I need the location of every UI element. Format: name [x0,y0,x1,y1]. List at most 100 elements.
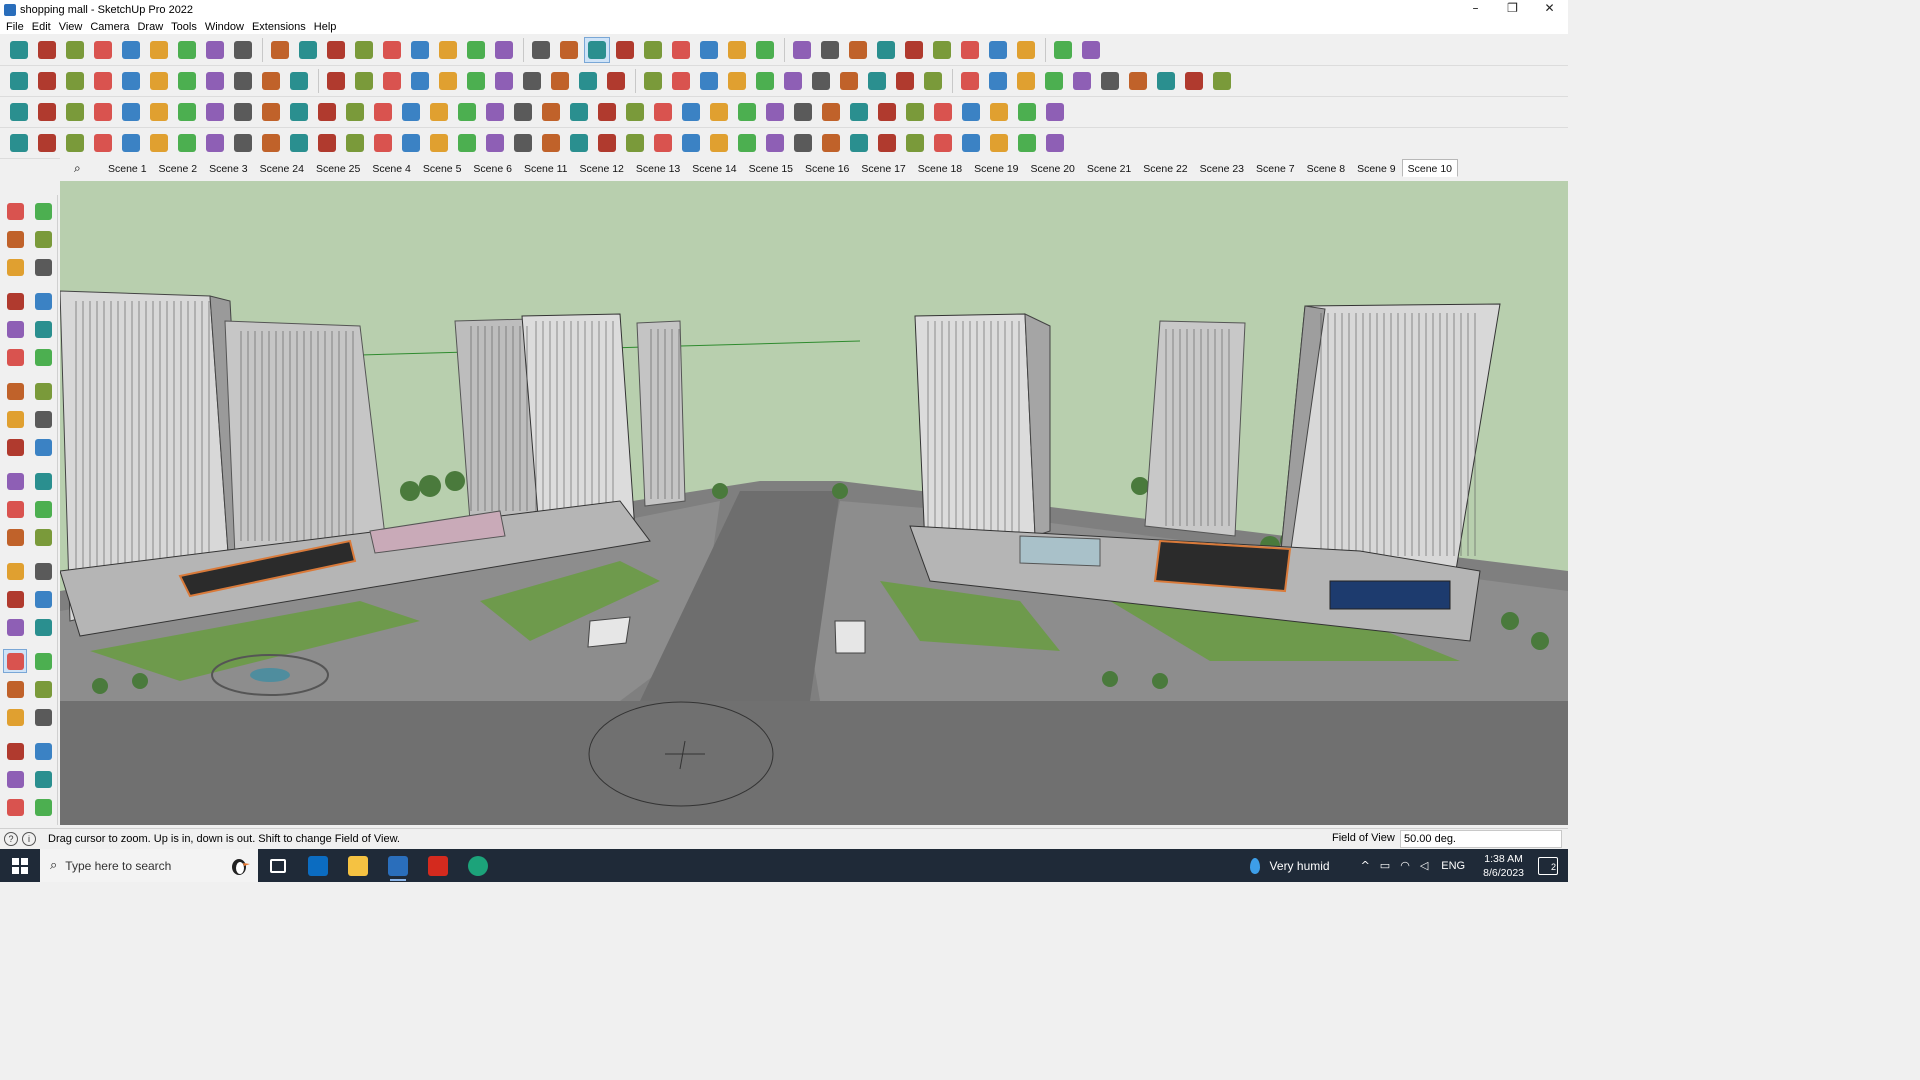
select-dropdown-icon[interactable] [62,37,88,63]
taskbar-acrobat[interactable] [418,849,458,882]
garage-icon[interactable] [547,68,573,94]
notification-center-icon[interactable]: 2 [1538,856,1558,875]
tray-display-icon[interactable]: ▭ [1380,859,1390,872]
rotate-3d-icon[interactable] [146,130,172,156]
info-icon[interactable]: i [22,832,36,846]
stairs-icon[interactable] [398,130,424,156]
bucket-icon[interactable] [650,99,676,125]
ramp-c-icon[interactable] [650,130,676,156]
menu-extensions[interactable]: Extensions [248,21,310,33]
spline-icon[interactable] [34,130,60,156]
house-outline-icon[interactable] [519,68,545,94]
orbit-icon[interactable] [528,37,554,63]
select-icon[interactable] [34,37,60,63]
stack-icon[interactable] [538,130,564,156]
tree-icon[interactable] [435,68,461,94]
bend-icon[interactable] [314,99,340,125]
polygon-icon[interactable] [864,68,890,94]
scale-icon[interactable] [3,497,27,521]
wood-icon[interactable] [258,99,284,125]
scene-tab[interactable]: Scene 21 [1081,159,1137,177]
shape-tool-red-icon[interactable] [1209,68,1235,94]
points-red-icon[interactable] [986,99,1012,125]
paint-bucket-icon[interactable] [3,227,27,251]
rectangle-icon[interactable] [3,317,27,341]
edit-node-icon[interactable] [6,130,32,156]
scene-tab[interactable]: Scene 19 [968,159,1024,177]
circle-icon[interactable] [724,68,750,94]
loop-orange-icon[interactable] [538,99,564,125]
scene-tab[interactable]: Scene 6 [467,159,518,177]
tag-icon[interactable] [640,68,666,94]
push-pull-icon[interactable] [31,435,55,459]
paint-bucket-icon[interactable] [491,37,517,63]
taskbar-calculator[interactable] [298,849,338,882]
scene-tab[interactable]: Scene 7 [1250,159,1301,177]
grid-orange-alt-icon[interactable] [930,99,956,125]
hatch-e-icon[interactable] [930,130,956,156]
push-down-icon[interactable] [929,37,955,63]
freehand-icon[interactable] [174,37,200,63]
panel-icon[interactable] [230,99,256,125]
pan-icon[interactable] [31,615,55,639]
menu-window[interactable]: Window [201,21,248,33]
taskbar-search-box[interactable]: ⌕ Type here to search [40,849,258,882]
offset-icon[interactable] [31,497,55,521]
text-icon[interactable] [463,37,489,63]
solid-white-icon[interactable] [146,99,172,125]
scene-tab[interactable]: Scene 22 [1137,159,1193,177]
nodes-icon[interactable] [342,99,368,125]
scene-tab[interactable]: Scene 3 [203,159,254,177]
shape-a-icon[interactable] [696,68,722,94]
corner-b-icon[interactable] [286,130,312,156]
zoom-icon[interactable] [584,37,610,63]
arc-icon[interactable] [3,379,27,403]
axes-icon[interactable] [873,37,899,63]
previous-view-icon[interactable] [31,677,55,701]
shape-tool-icon[interactable] [1097,68,1123,94]
rotate-icon[interactable] [379,37,405,63]
two-point-arc-icon[interactable] [31,379,55,403]
extrude-red-icon[interactable] [202,68,228,94]
text-fx-icon[interactable] [603,68,629,94]
hatch-b-icon[interactable] [846,130,872,156]
rectangle-icon[interactable] [230,37,256,63]
warehouse-icon[interactable] [3,767,27,791]
extrude-alt-icon[interactable] [118,68,144,94]
ramp-a-icon[interactable] [594,130,620,156]
grid-yellow-icon[interactable] [958,99,984,125]
x-blue-icon[interactable] [426,99,452,125]
components-icon[interactable] [724,37,750,63]
circle-dots-icon[interactable] [1014,99,1040,125]
text-icon[interactable] [31,559,55,583]
scene-tab[interactable]: Scene 8 [1301,159,1352,177]
minimize-button[interactable]: – [1457,0,1494,19]
eraser-red-icon[interactable] [1078,37,1104,63]
cube-gray-icon[interactable] [34,68,60,94]
shape-tool-alt-icon[interactable] [1125,68,1151,94]
solid-red-alt-icon[interactable] [118,99,144,125]
rectangle-dropdown-icon[interactable] [267,37,293,63]
hatch-f-icon[interactable] [958,130,984,156]
rail-icon[interactable] [426,130,452,156]
components-icon[interactable] [3,255,27,279]
menu-draw[interactable]: Draw [133,21,167,33]
line-cut-icon[interactable] [314,130,340,156]
wall-b-icon[interactable] [762,130,788,156]
spiral-icon[interactable] [957,68,983,94]
house-icon[interactable] [463,68,489,94]
scene-tab[interactable]: Scene 24 [254,159,310,177]
tape-measure-icon[interactable] [3,525,27,549]
tube-icon[interactable] [174,130,200,156]
3d-text-icon[interactable] [31,587,55,611]
rotate-icon[interactable] [3,469,27,493]
menu-camera[interactable]: Camera [86,21,133,33]
grid-icon[interactable] [1069,68,1095,94]
scene-tab[interactable]: Scene 13 [630,159,686,177]
arc-shape-icon[interactable] [836,68,862,94]
zoom-extents-icon[interactable] [3,677,27,701]
slice-icon[interactable] [342,130,368,156]
scene-tab[interactable]: Scene 16 [799,159,855,177]
tape-measure-icon[interactable] [435,37,461,63]
fence-icon[interactable] [566,130,592,156]
